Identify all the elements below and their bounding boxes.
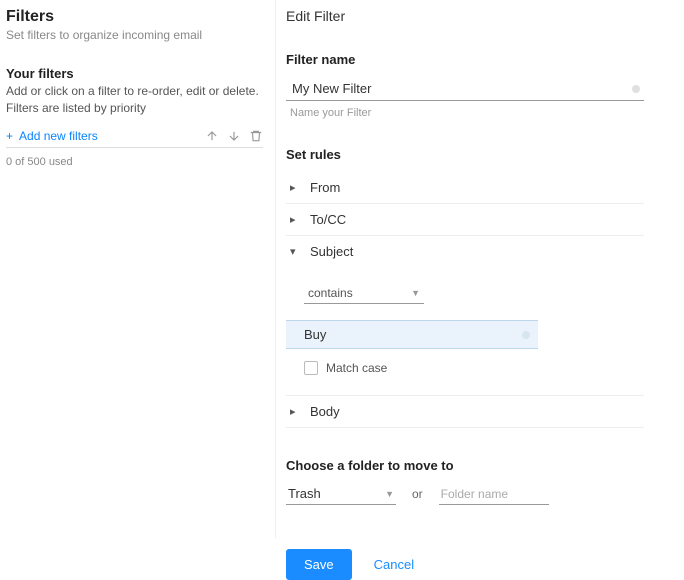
chevron-down-icon: ▾	[290, 245, 300, 258]
caret-down-icon: ▼	[411, 288, 420, 298]
cancel-button[interactable]: Cancel	[374, 557, 414, 572]
clear-icon[interactable]	[632, 85, 640, 93]
rule-body-label: Body	[310, 404, 340, 419]
edit-filter-title: Edit Filter	[286, 8, 644, 24]
subject-value-input[interactable]: Buy	[286, 320, 538, 349]
filter-name-input[interactable]: My New Filter	[286, 77, 644, 101]
page-title: Filters	[6, 8, 263, 26]
chevron-right-icon: ▸	[290, 181, 300, 194]
left-panel: Filters Set filters to organize incoming…	[0, 0, 275, 538]
folder-name-input[interactable]: Folder name	[439, 484, 549, 505]
trash-icon[interactable]	[249, 129, 263, 143]
match-case-row: Match case	[304, 361, 644, 375]
folder-select-value: Trash	[288, 486, 321, 501]
choose-folder-label: Choose a folder to move to	[286, 458, 644, 473]
rule-subject[interactable]: ▾ Subject	[286, 236, 644, 267]
rule-from-label: From	[310, 180, 340, 195]
button-row: Save Cancel	[286, 549, 644, 580]
clear-icon[interactable]	[522, 331, 530, 339]
your-filters-desc: Add or click on a filter to re-order, ed…	[6, 83, 263, 117]
page-subtitle: Set filters to organize incoming email	[6, 28, 263, 42]
chevron-right-icon: ▸	[290, 213, 300, 226]
plus-icon: +	[6, 129, 13, 143]
rule-subject-label: Subject	[310, 244, 353, 259]
arrow-up-icon[interactable]	[205, 129, 219, 143]
folder-select[interactable]: Trash ▼	[286, 483, 396, 505]
subject-condition-value: contains	[308, 286, 353, 300]
usage-text: 0 of 500 used	[6, 156, 263, 168]
subject-condition-select[interactable]: contains ▼	[304, 283, 424, 304]
arrow-down-icon[interactable]	[227, 129, 241, 143]
filter-name-value: My New Filter	[292, 81, 371, 96]
add-filters-link[interactable]: + Add new filters	[6, 129, 98, 143]
filter-controls	[205, 129, 263, 143]
or-label: or	[412, 487, 423, 501]
add-filters-row: + Add new filters	[6, 129, 263, 148]
chevron-right-icon: ▸	[290, 405, 300, 418]
folder-row: Trash ▼ or Folder name	[286, 483, 644, 505]
right-panel: Edit Filter Filter name My New Filter Na…	[275, 0, 684, 538]
save-button[interactable]: Save	[286, 549, 352, 580]
your-filters-title: Your filters	[6, 66, 263, 81]
rule-tocc[interactable]: ▸ To/CC	[286, 204, 644, 236]
match-case-checkbox[interactable]	[304, 361, 318, 375]
rule-subject-body: contains ▼ Buy Match case	[286, 267, 644, 396]
match-case-label: Match case	[326, 361, 387, 375]
caret-down-icon: ▼	[385, 489, 394, 499]
add-filters-label: Add new filters	[19, 129, 98, 143]
rule-from[interactable]: ▸ From	[286, 172, 644, 204]
rule-tocc-label: To/CC	[310, 212, 346, 227]
folder-name-placeholder: Folder name	[441, 487, 508, 501]
rule-body[interactable]: ▸ Body	[286, 396, 644, 428]
filter-name-label: Filter name	[286, 52, 644, 67]
subject-value-text: Buy	[304, 327, 326, 342]
filter-name-helper: Name your Filter	[286, 107, 644, 119]
set-rules-label: Set rules	[286, 147, 644, 162]
